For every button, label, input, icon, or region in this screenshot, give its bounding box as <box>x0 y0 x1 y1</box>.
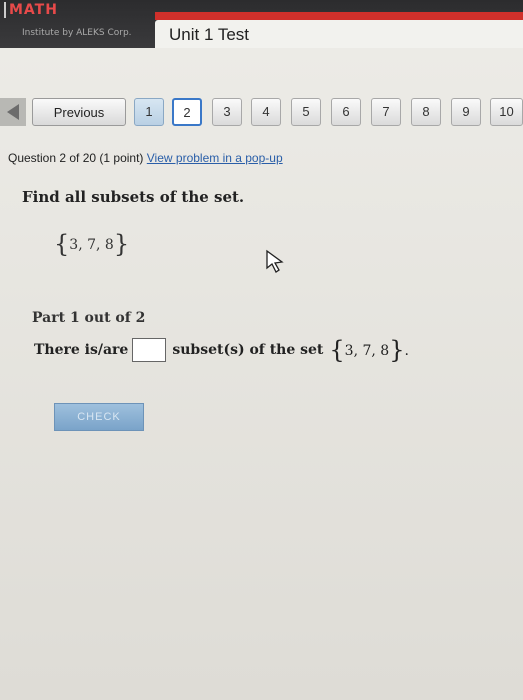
page-button-8[interactable]: 8 <box>411 98 441 126</box>
top-bar: MATH Institute by ALEKS Corp. Unit 1 Tes… <box>0 0 523 48</box>
answer-end: . <box>404 343 409 359</box>
page-button-9[interactable]: 9 <box>451 98 481 126</box>
mouse-pointer-icon <box>266 249 284 273</box>
set-open-brace: { <box>54 230 70 258</box>
main-content <box>0 48 523 700</box>
question-instruction: Find all subsets of the set. <box>22 188 245 206</box>
page-button-1[interactable]: 1 <box>134 98 164 126</box>
set-close-brace: } <box>113 230 130 258</box>
answer-prefix: There is/are <box>34 342 129 358</box>
answer-set-open-brace: { <box>329 336 345 364</box>
brand-logo: MATH <box>4 2 58 18</box>
answer-line: There is/are subset(s) of the set {3, 7,… <box>34 336 409 364</box>
previous-button[interactable]: Previous <box>32 98 126 126</box>
set-display: {3, 7, 8} <box>54 230 129 258</box>
brand-subtitle: Institute by ALEKS Corp. <box>22 28 132 38</box>
page-button-3[interactable]: 3 <box>212 98 242 126</box>
accent-stripe <box>155 12 523 20</box>
back-arrow-icon[interactable] <box>0 98 26 126</box>
tab-title: Unit 1 Test <box>169 25 250 44</box>
page-button-6[interactable]: 6 <box>331 98 361 126</box>
answer-suffix: subset(s) of the set <box>172 342 324 358</box>
answer-set-close-brace: } <box>389 336 405 364</box>
page-button-5[interactable]: 5 <box>291 98 321 126</box>
question-info: Question 2 of 20 (1 point) View problem … <box>8 151 283 165</box>
page-button-2[interactable]: 2 <box>172 98 202 126</box>
part-label: Part 1 out of 2 <box>32 310 146 326</box>
page-button-10[interactable]: 10 <box>490 98 523 126</box>
answer-set-elements: 3, 7, 8 <box>344 343 390 359</box>
tab-unit-test: Unit 1 Test <box>155 20 523 48</box>
answer-input[interactable] <box>132 338 167 362</box>
page-button-7[interactable]: 7 <box>371 98 401 126</box>
popup-link[interactable]: View problem in a pop-up <box>147 151 283 165</box>
check-button[interactable]: CHECK <box>54 403 144 431</box>
set-elements: 3, 7, 8 <box>69 237 114 253</box>
answer-set: {3, 7, 8}. <box>329 336 409 364</box>
question-counter: Question 2 of 20 (1 point) <box>8 151 144 165</box>
page-button-4[interactable]: 4 <box>251 98 281 126</box>
